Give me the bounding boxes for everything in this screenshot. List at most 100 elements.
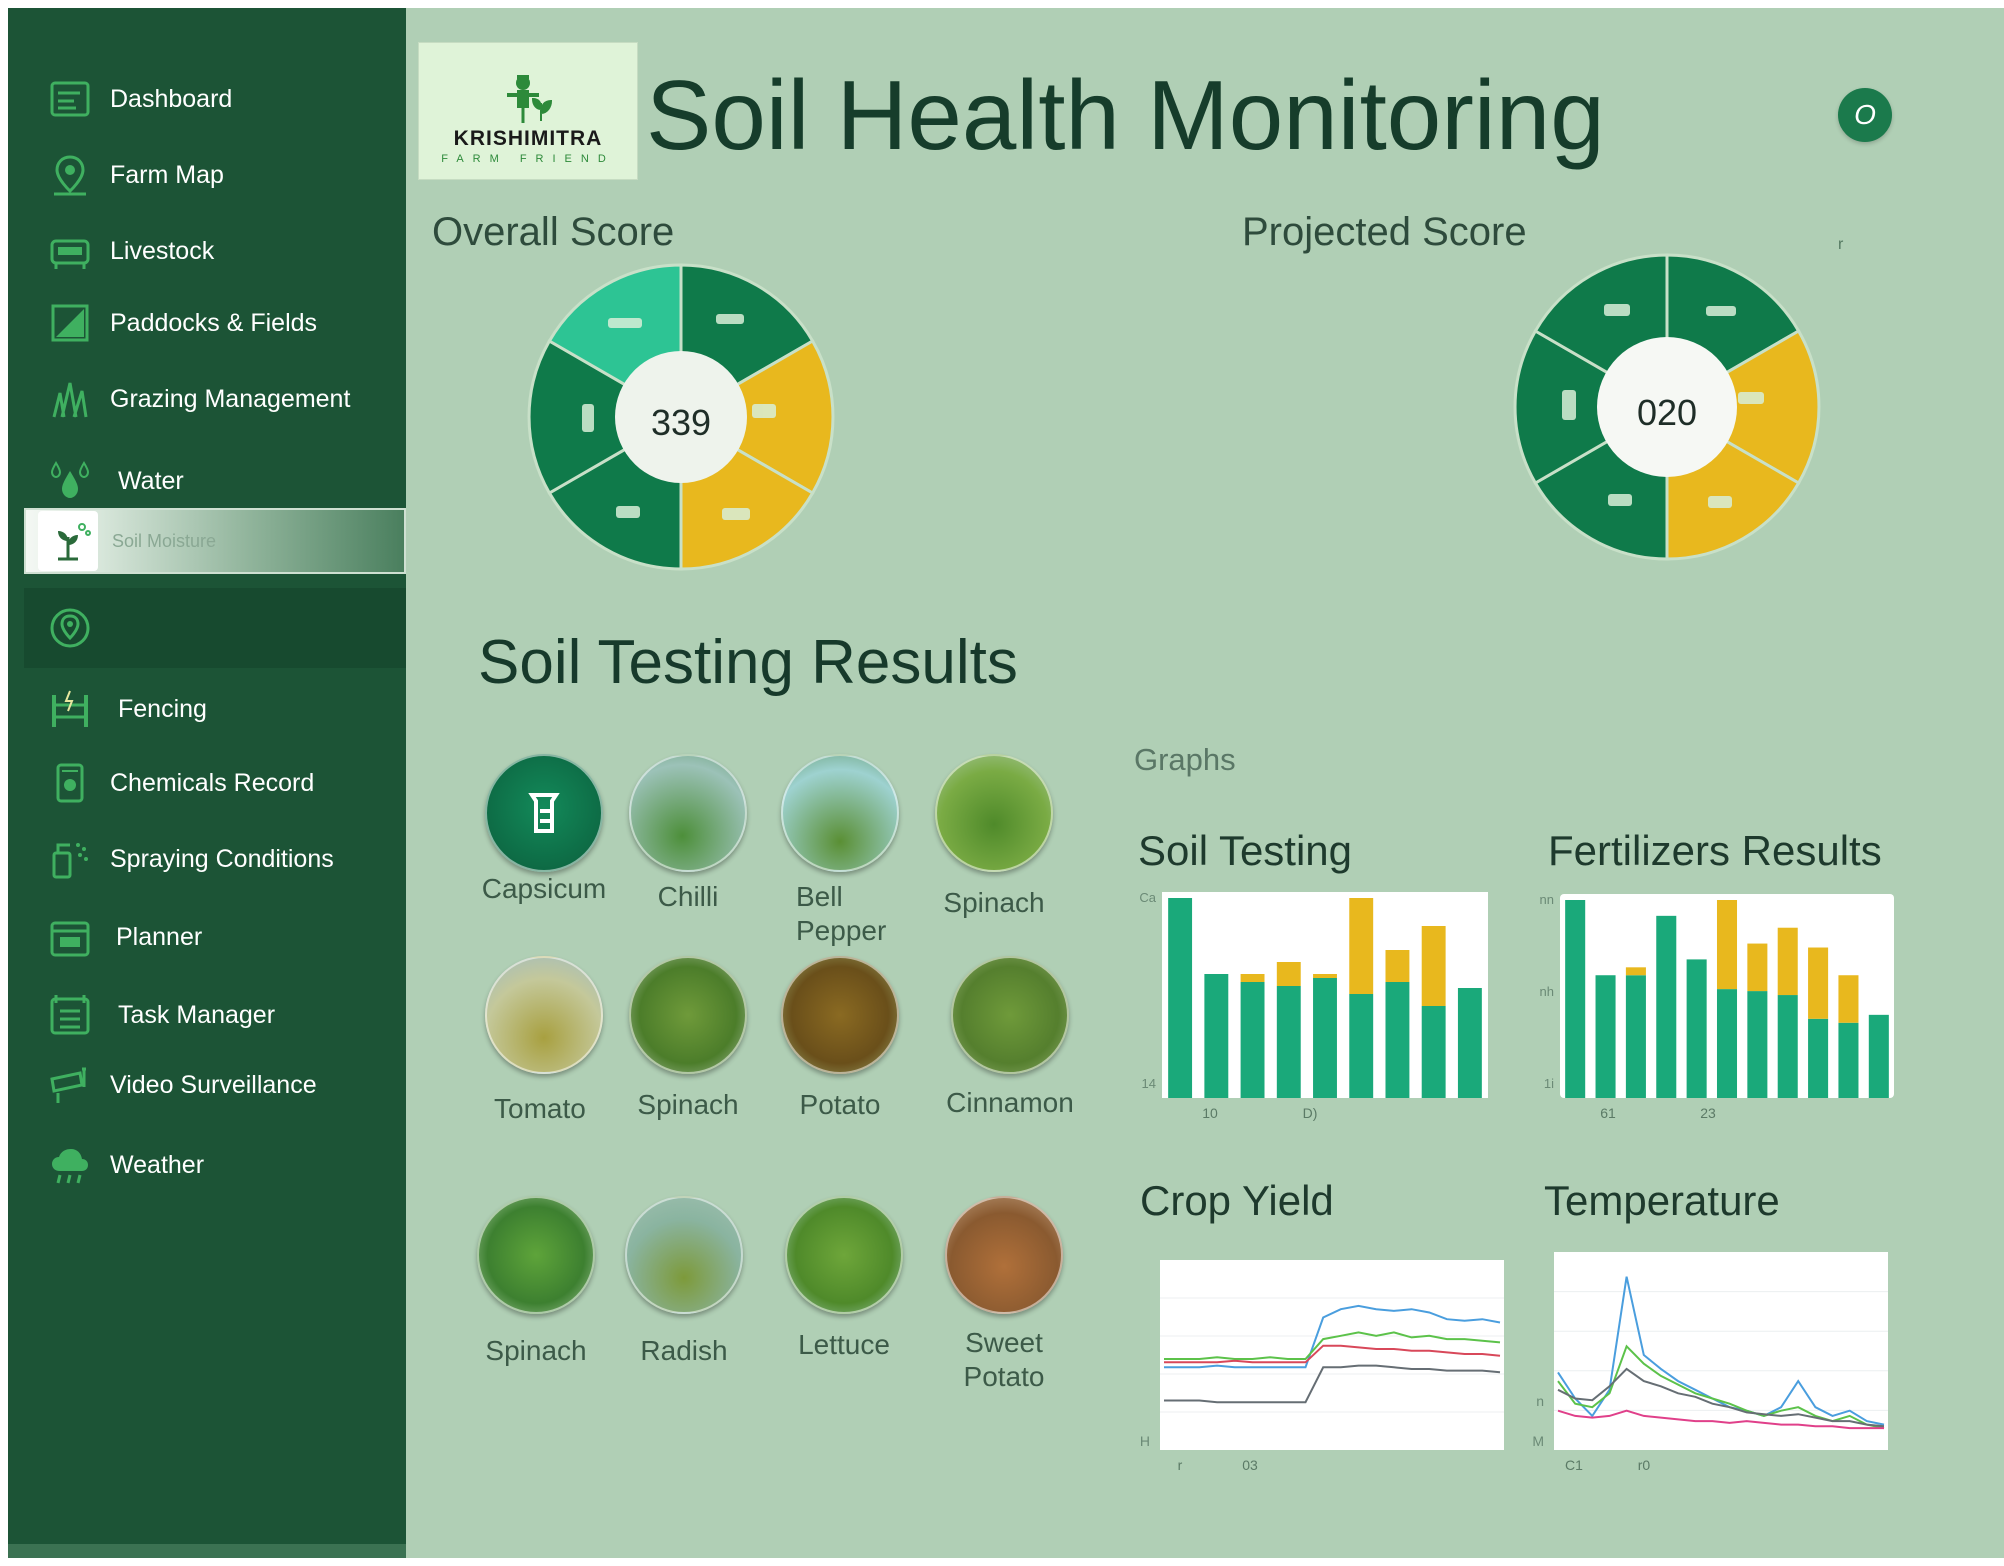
map-pin-icon — [44, 149, 96, 201]
crop-card[interactable]: Potato — [760, 956, 920, 1122]
field-icon — [44, 297, 96, 349]
sidebar-item-label: Planner — [116, 922, 203, 951]
crop-name: Spinach — [943, 887, 1045, 918]
sidebar-item-grazing-management[interactable]: Grazing Management — [8, 368, 406, 430]
sidebar-item-label: Livestock — [110, 236, 215, 265]
stray-mark: r — [1838, 236, 1844, 253]
x-tick-label: 03 — [1242, 1457, 1258, 1473]
y-tick-label: Ca — [1139, 890, 1156, 905]
sidebar-item-livestock[interactable]: Livestock — [8, 220, 406, 282]
planner-icon — [44, 911, 96, 963]
bar — [1457, 988, 1482, 1098]
bar — [1168, 898, 1193, 1098]
fertilizers-title: Fertilizers Results — [1548, 827, 1882, 874]
bar — [1349, 994, 1374, 1098]
grass-icon — [44, 373, 96, 425]
crop-yield-line-chart: Hr 03 — [1140, 1260, 1504, 1473]
sidebar: Dashboard Farm Map Livestock Paddocks & … — [8, 8, 406, 1558]
livestock-icon — [44, 225, 96, 277]
brand-logo[interactable]: KRISHIMITRA FARM FRIEND — [418, 42, 638, 180]
sidebar-item-label: Paddocks & Fields — [110, 308, 318, 337]
sidebar-item-paddocks-fields[interactable]: Paddocks & Fields — [8, 292, 406, 354]
sidebar-item-chemicals-record[interactable]: Chemicals Record — [8, 752, 406, 814]
bar-segment — [1716, 900, 1738, 990]
crop-card[interactable]: Sweet Potato — [924, 1196, 1084, 1394]
bar — [1686, 959, 1707, 1098]
spinach-thumbnail — [477, 1196, 595, 1314]
sidebar-item-task-manager[interactable]: Task Manager — [8, 984, 406, 1046]
crop-card[interactable]: Capsicum — [464, 754, 624, 906]
soil-results-title: Soil Testing Results — [478, 628, 1018, 697]
crop-name: Radish — [640, 1335, 728, 1366]
sidebar-item-farm-map[interactable]: Farm Map — [8, 144, 406, 206]
sidebar-item-location[interactable] — [24, 588, 406, 668]
sidebar-item-label: Water — [118, 466, 184, 495]
camera-icon — [44, 1059, 96, 1111]
help-button[interactable]: O — [1838, 88, 1892, 142]
sidebar-item-label: Chemicals Record — [110, 768, 315, 797]
bar — [1808, 1018, 1829, 1098]
bar — [1204, 974, 1229, 1098]
sidebar-item-video-surveillance[interactable]: Video Surveillance — [8, 1054, 406, 1116]
crop-card[interactable]: Radish — [604, 1196, 764, 1368]
crop-name: Spinach — [637, 1089, 739, 1120]
overall-score-value: 339 — [650, 402, 712, 443]
crop-name: Spinach — [485, 1335, 587, 1366]
sidebar-item-spraying-conditions[interactable]: Spraying Conditions — [8, 828, 406, 890]
crop-name: Cinnamon — [946, 1087, 1074, 1118]
sidebar-item-label: Fencing — [118, 694, 207, 723]
page-title: Soil Health Monitoring — [646, 60, 1605, 170]
soil-testing-bar-chart: Ca 14 10 D) — [1139, 890, 1488, 1121]
crop-card[interactable]: Lettuce — [764, 1196, 924, 1362]
spray-icon — [44, 833, 96, 885]
sidebar-item-label: Task Manager — [118, 1000, 276, 1029]
sidebar-item-planner[interactable]: Planner — [8, 906, 406, 968]
crop-name: Sweet Potato — [963, 1327, 1045, 1392]
x-tick-label: r — [1178, 1457, 1183, 1473]
crop-card[interactable]: Spinach — [456, 1196, 616, 1368]
crop-card[interactable]: Spinach — [914, 754, 1074, 920]
chemical-icon — [44, 757, 96, 809]
crop-card[interactable]: Cinnamon — [930, 956, 1090, 1120]
bar — [1747, 991, 1768, 1098]
sidebar-item-label: Weather — [110, 1150, 205, 1179]
spinach-thumbnail — [629, 956, 747, 1074]
crop-yield-title: Crop Yield — [1140, 1177, 1334, 1224]
projected-score-label: Projected Score — [1242, 210, 1527, 254]
sidebar-item-dashboard[interactable]: Dashboard — [8, 68, 406, 130]
crop-name: Tomato — [494, 1093, 586, 1124]
crop-card[interactable]: Tomato — [464, 956, 624, 1126]
crop-name: Bell Pepper — [796, 881, 887, 946]
crop-icon — [528, 793, 560, 833]
bar — [1276, 986, 1301, 1098]
plot-area — [1160, 1260, 1504, 1450]
x-tick-label: C1 — [1565, 1457, 1583, 1473]
plant-icon — [38, 511, 98, 571]
y-tick-label: n — [1536, 1393, 1544, 1409]
bar — [1313, 978, 1337, 1098]
bar — [1240, 982, 1265, 1098]
potato-thumbnail — [781, 956, 899, 1074]
capsicum-thumbnail — [485, 754, 603, 872]
sidebar-item-fencing[interactable]: Fencing — [8, 678, 406, 740]
bar-segment — [1240, 974, 1265, 982]
crop-card[interactable]: Spinach — [608, 956, 768, 1122]
sidebar-item-water[interactable]: Water — [8, 450, 406, 512]
crop-card[interactable]: Bell Pepper — [760, 754, 920, 948]
temperature-title: Temperature — [1544, 1177, 1780, 1224]
scarecrow-icon — [507, 75, 553, 123]
bar-segment — [1747, 943, 1768, 992]
x-tick-label: 10 — [1202, 1105, 1218, 1121]
sidebar-item-soil-moisture[interactable]: Soil Moisture — [24, 508, 406, 574]
task-list-icon — [44, 989, 96, 1041]
projected-score-value: 020 — [1636, 392, 1698, 433]
crop-card[interactable]: Chilli — [608, 754, 768, 914]
location-target-icon — [44, 602, 96, 654]
y-tick-label: M — [1532, 1433, 1544, 1449]
bar — [1777, 995, 1798, 1098]
bar — [1595, 975, 1616, 1098]
sidebar-item-weather[interactable]: Weather — [8, 1134, 406, 1196]
dashboard-icon — [44, 73, 96, 125]
x-tick-label: 61 — [1600, 1105, 1616, 1121]
bar-segment — [1777, 927, 1798, 996]
